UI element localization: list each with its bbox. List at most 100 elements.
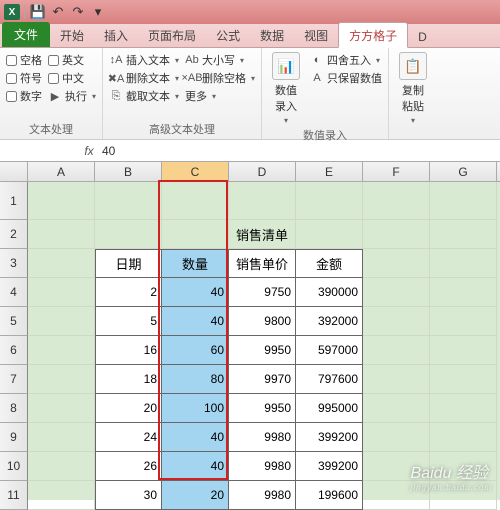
col-D[interactable]: D (229, 162, 296, 181)
cell-D2[interactable]: 销售清单 (229, 220, 296, 249)
cell-E10[interactable]: 399200 (296, 452, 363, 481)
tab-fanggezi[interactable]: 方方格子 (338, 22, 408, 48)
cell-E7[interactable]: 797600 (296, 365, 363, 394)
cell-G2[interactable] (430, 220, 497, 249)
cell-G4[interactable] (430, 278, 497, 307)
row-header-9[interactable]: 9 (0, 423, 28, 452)
cell-E11[interactable]: 199600 (296, 481, 363, 510)
cell-D5[interactable]: 9800 (229, 307, 296, 336)
tab-view[interactable]: 视图 (294, 23, 338, 47)
cell-G9[interactable] (430, 423, 497, 452)
cell-D3[interactable]: 销售单价 (229, 249, 296, 278)
row-header-3[interactable]: 3 (0, 249, 28, 278)
check-chinese[interactable]: 中文 (48, 70, 96, 86)
cell-D7[interactable]: 9970 (229, 365, 296, 394)
cell-B7[interactable]: 18 (95, 365, 162, 394)
cell-B6[interactable]: 16 (95, 336, 162, 365)
cell-D6[interactable]: 9950 (229, 336, 296, 365)
cell-E1[interactable] (296, 182, 363, 220)
col-G[interactable]: G (430, 162, 497, 181)
cell-F5[interactable] (363, 307, 430, 336)
more-button[interactable]: 更多 (185, 88, 255, 104)
cell-A7[interactable] (28, 365, 95, 394)
cell-D10[interactable]: 9980 (229, 452, 296, 481)
col-F[interactable]: F (363, 162, 430, 181)
cell-F1[interactable] (363, 182, 430, 220)
cell-B3[interactable]: 日期 (95, 249, 162, 278)
save-button[interactable]: 💾 (29, 3, 47, 21)
cell-E2[interactable] (296, 220, 363, 249)
cell-G8[interactable] (430, 394, 497, 423)
extract-text-button[interactable]: ⎘截取文本 (109, 88, 179, 104)
delete-space-button[interactable]: ×AB删除空格 (185, 70, 255, 86)
cell-B11[interactable]: 30 (95, 481, 162, 510)
row-header-5[interactable]: 5 (0, 307, 28, 336)
row-header-6[interactable]: 6 (0, 336, 28, 365)
cell-G7[interactable] (430, 365, 497, 394)
cell-D8[interactable]: 9950 (229, 394, 296, 423)
cell-A6[interactable] (28, 336, 95, 365)
cell-B8[interactable]: 20 (95, 394, 162, 423)
row-header-8[interactable]: 8 (0, 394, 28, 423)
redo-button[interactable]: ↷ (69, 3, 87, 21)
tab-data[interactable]: 数据 (250, 23, 294, 47)
cell-F2[interactable] (363, 220, 430, 249)
copy-paste-button[interactable]: 📋 复制 粘贴 ▾ (395, 52, 431, 125)
tab-file[interactable]: 文件 (2, 22, 50, 47)
case-button[interactable]: Ab大小写 (185, 52, 255, 68)
cell-B2[interactable] (95, 220, 162, 249)
cell-D1[interactable] (229, 182, 296, 220)
execute-button[interactable]: ▶执行 (48, 88, 96, 104)
row-header-7[interactable]: 7 (0, 365, 28, 394)
cell-A10[interactable] (28, 452, 95, 481)
worksheet[interactable]: A B C D E F G 12销售清单3日期数量销售单价金额424097503… (0, 162, 500, 500)
cell-C3[interactable]: 数量 (162, 249, 229, 278)
tab-partial[interactable]: D (408, 26, 437, 47)
check-number[interactable]: 数字 (6, 88, 42, 104)
cell-F8[interactable] (363, 394, 430, 423)
tab-page-layout[interactable]: 页面布局 (138, 23, 206, 47)
cell-G6[interactable] (430, 336, 497, 365)
cell-G5[interactable] (430, 307, 497, 336)
insert-text-button[interactable]: ↕A插入文本 (109, 52, 179, 68)
cell-C8[interactable]: 100 (162, 394, 229, 423)
cell-C5[interactable]: 40 (162, 307, 229, 336)
numeric-input-button[interactable]: 📊 数值 录入 ▾ (268, 52, 304, 125)
cell-F6[interactable] (363, 336, 430, 365)
cell-G3[interactable] (430, 249, 497, 278)
row-header-1[interactable]: 1 (0, 182, 28, 220)
cell-C9[interactable]: 40 (162, 423, 229, 452)
cell-B1[interactable] (95, 182, 162, 220)
cell-A11[interactable] (28, 481, 95, 510)
cell-E5[interactable]: 392000 (296, 307, 363, 336)
select-all-corner[interactable] (0, 162, 28, 181)
undo-button[interactable]: ↶ (49, 3, 67, 21)
cell-A2[interactable] (28, 220, 95, 249)
cell-F9[interactable] (363, 423, 430, 452)
cell-F3[interactable] (363, 249, 430, 278)
cell-C6[interactable]: 60 (162, 336, 229, 365)
tab-insert[interactable]: 插入 (94, 23, 138, 47)
row-header-11[interactable]: 11 (0, 481, 28, 510)
cell-C11[interactable]: 20 (162, 481, 229, 510)
cell-D11[interactable]: 9980 (229, 481, 296, 510)
cell-B10[interactable]: 26 (95, 452, 162, 481)
cell-B4[interactable]: 2 (95, 278, 162, 307)
row-header-10[interactable]: 10 (0, 452, 28, 481)
cell-A5[interactable] (28, 307, 95, 336)
cell-F4[interactable] (363, 278, 430, 307)
cell-A4[interactable] (28, 278, 95, 307)
tab-home[interactable]: 开始 (50, 23, 94, 47)
cell-A9[interactable] (28, 423, 95, 452)
keep-numeric-button[interactable]: A只保留数值 (310, 70, 382, 86)
cell-A1[interactable] (28, 182, 95, 220)
round-button[interactable]: ◐四舍五入 (310, 52, 382, 68)
formula-input[interactable]: 40 (98, 144, 500, 158)
col-B[interactable]: B (95, 162, 162, 181)
cell-C7[interactable]: 80 (162, 365, 229, 394)
row-header-4[interactable]: 4 (0, 278, 28, 307)
col-E[interactable]: E (296, 162, 363, 181)
cell-C2[interactable] (162, 220, 229, 249)
cell-D9[interactable]: 9980 (229, 423, 296, 452)
col-A[interactable]: A (28, 162, 95, 181)
